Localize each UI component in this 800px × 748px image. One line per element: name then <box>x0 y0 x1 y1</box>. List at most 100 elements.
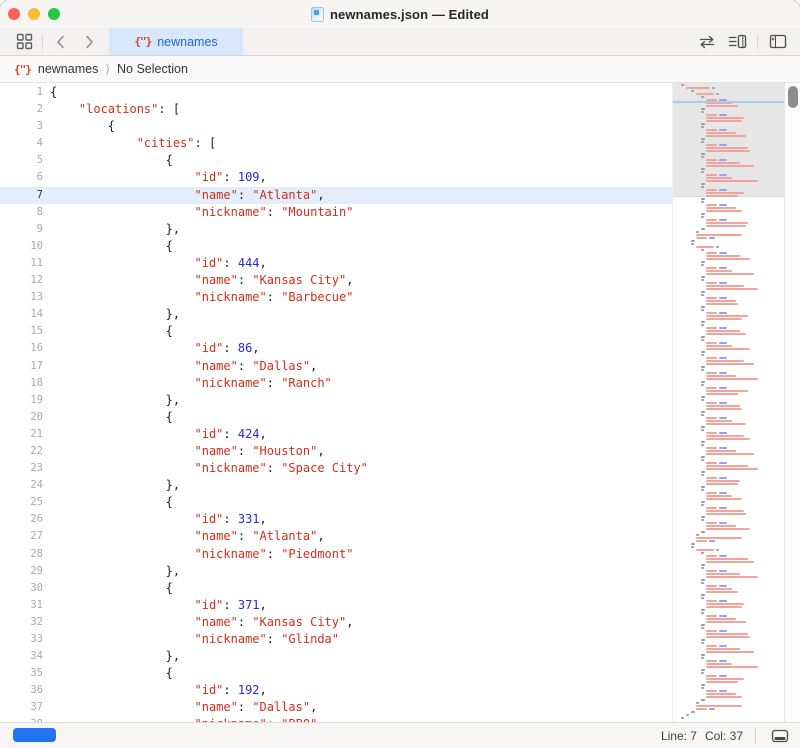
line-number: 22 <box>0 443 44 460</box>
breadcrumb-selection[interactable]: No Selection <box>117 62 188 76</box>
divider <box>757 35 758 49</box>
code-line[interactable]: 18 "nickname": "Ranch" <box>0 375 672 392</box>
code-line[interactable]: 21 "id": 424, <box>0 426 672 443</box>
zoom-button[interactable] <box>48 8 60 20</box>
code-line[interactable]: 2 "locations": [ <box>0 101 672 118</box>
code-line[interactable]: 27 "name": "Atlanta", <box>0 528 672 545</box>
json-file-icon: {"} <box>134 35 151 48</box>
code-line[interactable]: 19 }, <box>0 392 672 409</box>
back-button[interactable] <box>49 31 73 53</box>
code-line[interactable]: 30 { <box>0 580 672 597</box>
code-line[interactable]: 3 { <box>0 118 672 135</box>
divider <box>42 35 43 49</box>
code-line[interactable]: 22 "name": "Houston", <box>0 443 672 460</box>
code-text: "name": "Dallas", <box>44 358 317 375</box>
code-text: "nickname": "Piedmont" <box>44 546 353 563</box>
code-line[interactable]: 34 }, <box>0 648 672 665</box>
window-title: newnames.json — Edited <box>330 7 489 22</box>
code-line[interactable]: 4 "cities": [ <box>0 135 672 152</box>
code-text: }, <box>44 477 180 494</box>
code-line[interactable]: 6 "id": 109, <box>0 169 672 186</box>
code-line[interactable]: 16 "id": 86, <box>0 340 672 357</box>
line-number: 7 <box>0 187 44 204</box>
code-line[interactable]: 31 "id": 371, <box>0 597 672 614</box>
close-button[interactable] <box>8 8 20 20</box>
status-bar: Line: 7 Col: 37 <box>0 722 800 748</box>
line-number: 32 <box>0 614 44 631</box>
tab-overview-button[interactable] <box>12 31 36 53</box>
line-number: 29 <box>0 563 44 580</box>
code-line[interactable]: 11 "id": 444, <box>0 255 672 272</box>
code-line[interactable]: 20 { <box>0 409 672 426</box>
adjust-editor-options-button[interactable] <box>725 31 749 53</box>
code-text: }, <box>44 306 180 323</box>
code-line[interactable]: 26 "id": 331, <box>0 511 672 528</box>
code-line[interactable]: 13 "nickname": "Barbecue" <box>0 289 672 306</box>
line-number: 28 <box>0 546 44 563</box>
horizontal-scrollbar-thumb[interactable] <box>13 728 56 742</box>
code-text: "name": "Atlanta", <box>44 528 325 545</box>
code-line[interactable]: 33 "nickname": "Glinda" <box>0 631 672 648</box>
code-line[interactable]: 23 "nickname": "Space City" <box>0 460 672 477</box>
code-text: "name": "Kansas City", <box>44 614 353 631</box>
code-text: "name": "Atlanta", <box>44 187 325 204</box>
code-text: { <box>44 323 173 340</box>
code-line[interactable]: 24 }, <box>0 477 672 494</box>
line-number: 31 <box>0 597 44 614</box>
line-number: 12 <box>0 272 44 289</box>
editor-area: 1{2 "locations": [3 {4 "cities": [5 {6 "… <box>0 83 800 722</box>
hide-bottom-bar-button[interactable] <box>768 726 792 746</box>
code-line[interactable]: 14 }, <box>0 306 672 323</box>
code-line[interactable]: 29 }, <box>0 563 672 580</box>
tab-overview-icon <box>16 33 33 50</box>
line-number: 37 <box>0 699 44 716</box>
code-line[interactable]: 10 { <box>0 238 672 255</box>
breadcrumb-file[interactable]: newnames <box>38 62 98 76</box>
line-number: 25 <box>0 494 44 511</box>
code-line[interactable]: 25 { <box>0 494 672 511</box>
line-number: 19 <box>0 392 44 409</box>
code-line[interactable]: 5 { <box>0 152 672 169</box>
code-text: }, <box>44 648 180 665</box>
tab-label: newnames <box>157 35 217 49</box>
code-text: "id": 109, <box>44 169 267 186</box>
code-line[interactable]: 9 }, <box>0 221 672 238</box>
forward-button[interactable] <box>77 31 101 53</box>
code-line[interactable]: 17 "name": "Dallas", <box>0 358 672 375</box>
code-text: { <box>44 84 57 101</box>
code-text: "nickname": "Space City" <box>44 460 368 477</box>
line-number: 30 <box>0 580 44 597</box>
code-review-icon <box>698 35 716 49</box>
minimap[interactable] <box>672 83 784 722</box>
line-number: 27 <box>0 528 44 545</box>
add-editor-button[interactable] <box>766 31 790 53</box>
line-number: 11 <box>0 255 44 272</box>
chevron-left-icon <box>54 34 68 50</box>
code-line[interactable]: 7 "name": "Atlanta", <box>0 187 672 204</box>
column-indicator: Col: 37 <box>705 729 743 743</box>
code-line[interactable]: 15 { <box>0 323 672 340</box>
code-text: "id": 192, <box>44 682 267 699</box>
line-number: 16 <box>0 340 44 357</box>
code-area[interactable]: 1{2 "locations": [3 {4 "cities": [5 {6 "… <box>0 83 672 722</box>
line-number: 6 <box>0 169 44 186</box>
line-number: 36 <box>0 682 44 699</box>
code-review-button[interactable] <box>695 31 719 53</box>
code-line[interactable]: 36 "id": 192, <box>0 682 672 699</box>
code-line[interactable]: 8 "nickname": "Mountain" <box>0 204 672 221</box>
line-number: 18 <box>0 375 44 392</box>
document-proxy-icon[interactable] <box>311 7 324 22</box>
code-line[interactable]: 32 "name": "Kansas City", <box>0 614 672 631</box>
code-line[interactable]: 37 "name": "Dallas", <box>0 699 672 716</box>
vertical-scrollbar-thumb[interactable] <box>788 86 798 108</box>
code-line[interactable]: 35 { <box>0 665 672 682</box>
line-number: 13 <box>0 289 44 306</box>
code-text: }, <box>44 563 180 580</box>
vertical-scrollbar[interactable] <box>784 83 800 722</box>
code-text: { <box>44 238 173 255</box>
code-line[interactable]: 1{ <box>0 84 672 101</box>
code-line[interactable]: 12 "name": "Kansas City", <box>0 272 672 289</box>
minimize-button[interactable] <box>28 8 40 20</box>
tab-newnames[interactable]: {"} newnames <box>109 28 243 55</box>
code-line[interactable]: 28 "nickname": "Piedmont" <box>0 546 672 563</box>
